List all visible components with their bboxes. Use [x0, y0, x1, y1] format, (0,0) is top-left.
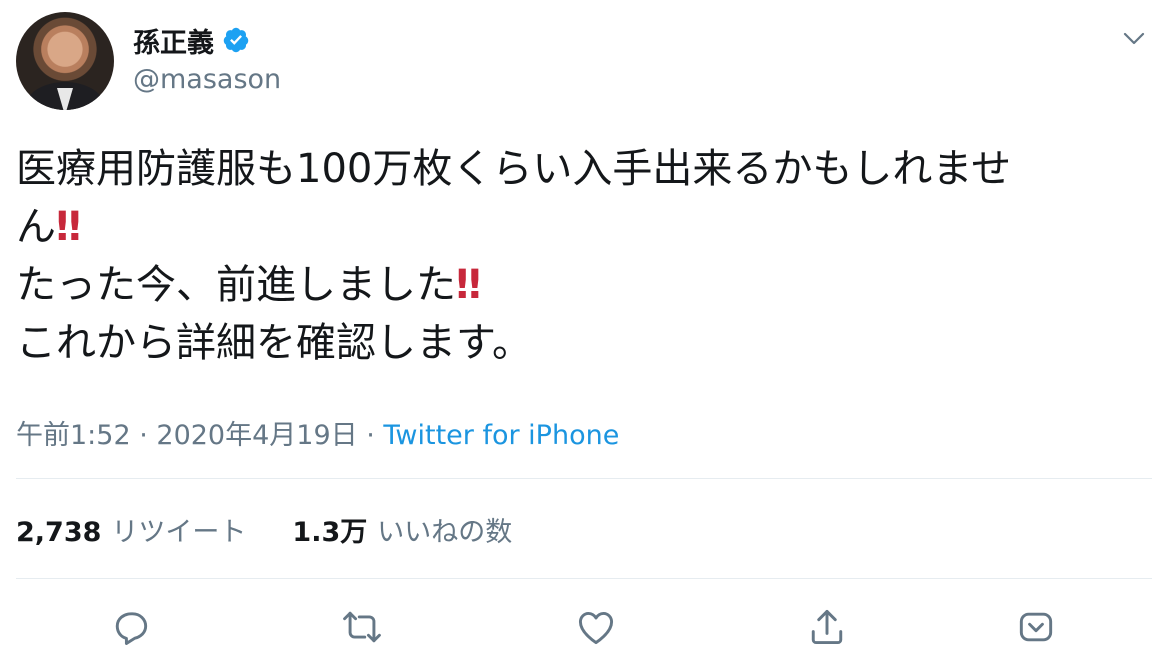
tweet-card: 孫正義 @masason 医療用防護服も100万枚くらい入手出来るかもしれませ …: [0, 0, 1162, 662]
divider: [16, 478, 1152, 479]
tweet-line-2: ん: [16, 204, 56, 250]
meta-separator: ·: [357, 420, 384, 451]
tweet-line-3: たった今、前進しました: [16, 262, 456, 308]
tweet-line-1: 医療用防護服も100万枚くらい入手出来るかもしれませ: [16, 146, 1012, 192]
retweet-count: 2,738: [16, 517, 102, 548]
share-button[interactable]: [805, 605, 849, 649]
meta-separator: ·: [130, 420, 157, 451]
reply-button[interactable]: [109, 605, 153, 649]
verified-badge-icon: [223, 27, 249, 53]
retweet-stat[interactable]: 2,738 リツイート: [16, 510, 246, 549]
tweet-date[interactable]: 2020年4月19日: [156, 420, 357, 451]
like-label: いいねの数: [377, 517, 513, 548]
tweet-time[interactable]: 午前1:52: [16, 420, 131, 451]
user-names: 孫正義 @masason: [133, 21, 281, 96]
chevron-down-icon[interactable]: [1122, 26, 1146, 50]
double-exclamation-emoji: ‼: [456, 262, 481, 308]
divider: [16, 578, 1152, 579]
like-button[interactable]: [574, 605, 618, 649]
dm-icon: [1019, 612, 1053, 642]
tweet-source-link[interactable]: Twitter for iPhone: [383, 420, 619, 451]
display-name[interactable]: 孫正義: [133, 21, 214, 60]
display-name-row: 孫正義: [133, 21, 281, 60]
tweet-meta: 午前1:52 · 2020年4月19日 · Twitter for iPhone: [16, 413, 619, 452]
double-exclamation-emoji: ‼: [56, 204, 81, 250]
tweet-actions: [0, 605, 1162, 653]
like-count: 1.3万: [292, 517, 368, 548]
retweet-button[interactable]: [340, 605, 384, 649]
tweet-text: 医療用防護服も100万枚くらい入手出来るかもしれませ ん‼ たった今、前進しまし…: [16, 140, 1148, 372]
retweet-icon: [343, 611, 381, 643]
tweet-line-4: これから詳細を確認します。: [16, 320, 532, 366]
avatar[interactable]: [16, 12, 114, 110]
tweet-header: 孫正義 @masason: [16, 12, 1146, 112]
like-stat[interactable]: 1.3万 いいねの数: [292, 510, 512, 549]
tweet-stats: 2,738 リツイート 1.3万 いいねの数: [16, 510, 512, 549]
reply-icon: [115, 612, 148, 645]
retweet-label: リツイート: [111, 517, 247, 548]
heart-icon: [578, 611, 614, 645]
dm-button[interactable]: [1014, 605, 1058, 649]
share-icon: [811, 609, 843, 645]
user-handle[interactable]: @masason: [133, 64, 281, 95]
